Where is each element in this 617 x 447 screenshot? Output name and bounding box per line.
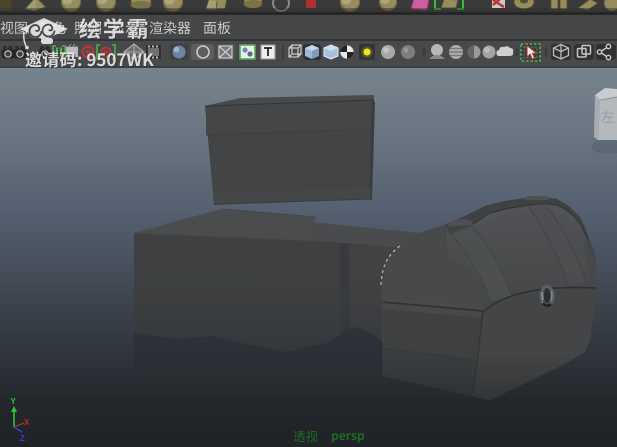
svg-text:Z: Z: [20, 434, 25, 443]
svg-text:Y: Y: [11, 397, 17, 406]
svg-text:X: X: [24, 418, 30, 427]
